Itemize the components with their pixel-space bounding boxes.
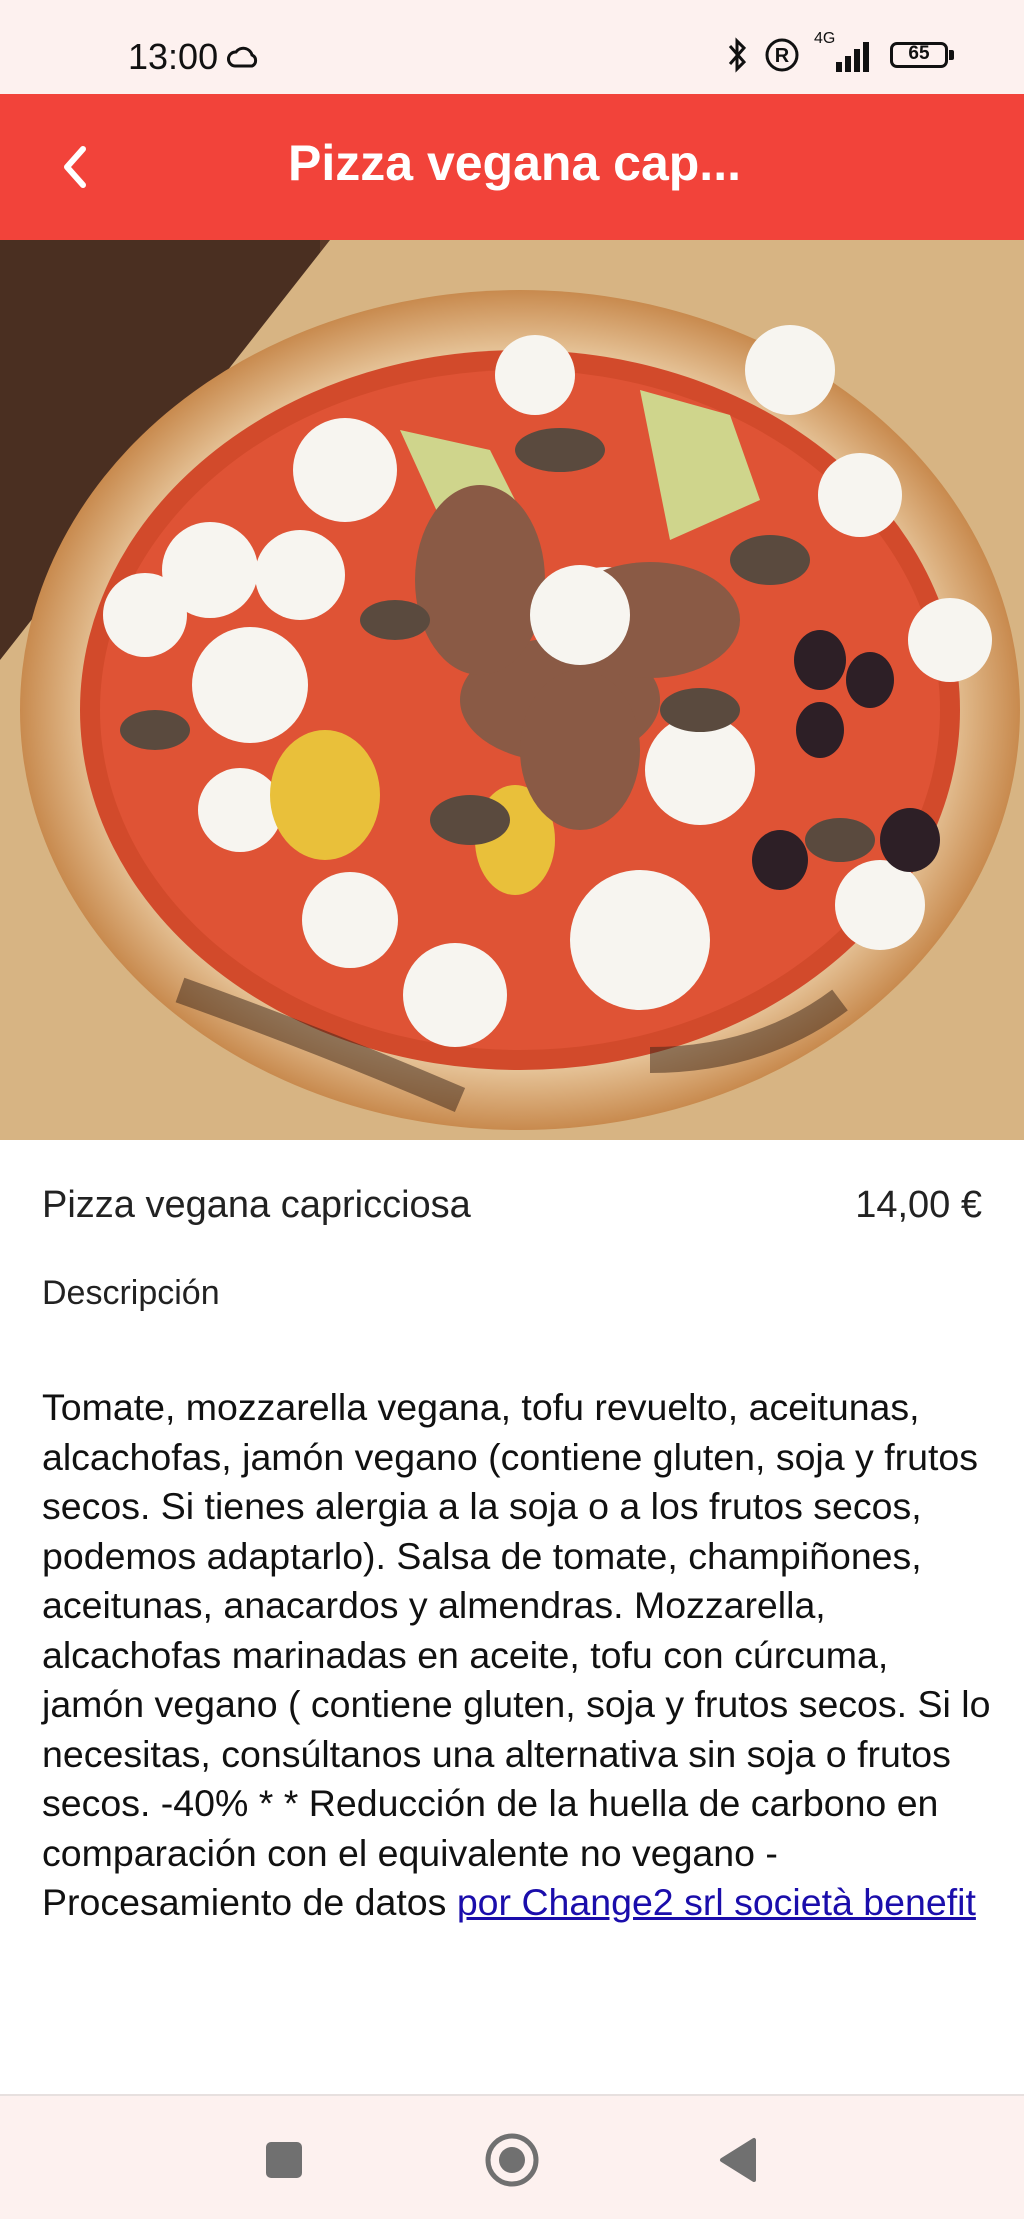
back-button[interactable] <box>40 132 110 202</box>
clock-text: 13:00 <box>128 36 219 77</box>
recents-button[interactable] <box>256 2132 312 2188</box>
product-price: 14,00 € <box>855 1184 982 1226</box>
nav-back-button[interactable] <box>710 2132 766 2188</box>
page-title: Pizza vegana cap... <box>288 135 741 191</box>
product-details: Pizza vegana capricciosa 14,00 € Descrip… <box>0 1140 1024 2095</box>
circle-home-icon <box>485 2133 539 2187</box>
product-name: Pizza vegana capricciosa <box>42 1184 471 1226</box>
weather-cloud-icon <box>227 46 258 68</box>
home-button[interactable] <box>484 2132 540 2188</box>
registered-icon: R <box>765 38 799 72</box>
battery-indicator: 65 <box>890 40 956 70</box>
status-bar: 13:00 R 4G 65 <box>0 0 1024 94</box>
status-time: 13:00 <box>128 36 260 78</box>
description-text: Tomate, mozzarella vegana, tofu revuelto… <box>42 1383 992 1928</box>
product-header: Pizza vegana capricciosa 14,00 € <box>42 1184 982 1227</box>
description-label: Descripción <box>42 1274 220 1312</box>
battery-level: 65 <box>908 43 930 64</box>
svg-text:R: R <box>775 45 790 67</box>
system-nav-bar <box>0 2096 1024 2219</box>
triangle-back-icon <box>720 2138 756 2182</box>
description-body: Tomate, mozzarella vegana, tofu revuelto… <box>42 1386 991 1923</box>
status-icons: R 4G 65 <box>726 30 956 74</box>
signal-bars-icon <box>836 42 869 72</box>
change2-link[interactable]: por Change2 srl società benefit <box>457 1881 976 1923</box>
app-bar: Pizza vegana cap... <box>0 94 1024 240</box>
square-recents-icon <box>266 2142 302 2178</box>
chevron-left-icon <box>64 146 86 188</box>
bluetooth-icon <box>728 37 747 73</box>
product-image <box>0 240 1024 1140</box>
pizza-photo <box>0 240 1024 1140</box>
signal-indicator: 4G <box>814 30 876 74</box>
